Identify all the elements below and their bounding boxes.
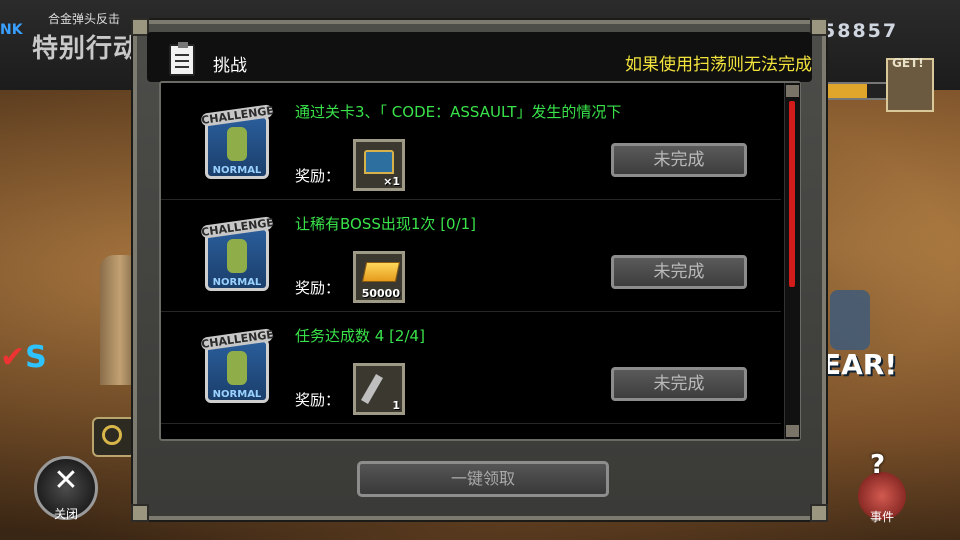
scroll-down-icon[interactable] — [786, 425, 799, 437]
scroll-thumb[interactable] — [789, 101, 795, 287]
close-icon: ✕ — [53, 463, 79, 498]
scroll-up-icon[interactable] — [786, 85, 799, 97]
list-scrollbar[interactable] — [784, 83, 800, 439]
clear-text-fragment: EAR! — [822, 348, 898, 381]
reward-quantity: 50000 — [361, 287, 400, 300]
challenge-description: 通过关卡3、「 CODE：ASSAULT」发生的情况下 — [295, 103, 622, 121]
close-button[interactable]: ✕ 关闭 — [34, 456, 98, 521]
corner-rivet — [131, 504, 149, 522]
reward-quantity: ×1 — [383, 175, 400, 188]
get-reward-box[interactable]: GET! — [886, 56, 934, 112]
challenge-list-frame: CHALLENGE NORMAL 通过关卡3、「 CODE：ASSAULT」发生… — [159, 81, 801, 441]
question-mark-icon: ? — [870, 450, 886, 480]
badge-bottom-text: NORMAL — [212, 277, 262, 288]
corner-rivet — [810, 18, 828, 36]
treasure-chest-icon — [364, 150, 394, 174]
dialog-title: 挑战 — [213, 56, 247, 76]
badge-bottom-text: NORMAL — [212, 165, 262, 176]
reward-item[interactable]: 50000 — [353, 251, 405, 303]
game-subtitle: 合金弹头反击 — [48, 12, 121, 26]
reward-item[interactable]: 1 — [353, 363, 405, 415]
status-button[interactable]: 未完成 — [611, 367, 747, 401]
status-button[interactable]: 未完成 — [611, 255, 747, 289]
get-label: GET! — [892, 56, 924, 70]
wrench-icon — [361, 374, 383, 404]
reward-label: 奖励： — [295, 167, 341, 185]
challenge-description: 让稀有BOSS出现1次 [0/1] — [295, 215, 477, 233]
dialog-header: 挑战 如果使用扫荡则无法完成 — [147, 32, 812, 82]
reward-quantity: 1 — [392, 399, 400, 412]
challenge-row: CHALLENGE NORMAL 让稀有BOSS出现1次 [0/1] 奖励： 5… — [161, 201, 781, 312]
score-display: 58857 — [822, 20, 899, 42]
mode-title: 特别行动 — [32, 34, 141, 64]
event-label: 事件 — [869, 510, 894, 524]
get-progress-bar — [822, 82, 888, 100]
reward-item[interactable]: ×1 — [353, 139, 405, 191]
corner-rivet — [810, 504, 828, 522]
gold-bar-icon — [361, 262, 401, 282]
stopwatch-icon — [102, 425, 122, 445]
checkmark-icon: ✔ — [0, 340, 26, 375]
challenge-row: CHALLENGE NORMAL 任务达成数 4 [2/4] 奖励： 1 未完成 — [161, 313, 781, 424]
stopwatch-button[interactable] — [92, 417, 136, 457]
rs-logo-fragment: ✔S — [0, 340, 47, 375]
brand-fragment: NK — [0, 22, 23, 38]
soldier-sprite — [830, 290, 870, 350]
challenge-description: 任务达成数 4 [2/4] — [295, 327, 425, 345]
challenge-normal-badge-icon: CHALLENGE NORMAL — [200, 216, 275, 293]
badge-bottom-text: NORMAL — [212, 389, 262, 400]
status-button[interactable]: 未完成 — [611, 143, 747, 177]
close-label: 关闭 — [53, 507, 78, 521]
challenge-list[interactable]: CHALLENGE NORMAL 通过关卡3、「 CODE：ASSAULT」发生… — [161, 89, 781, 435]
claim-all-button[interactable]: 一键领取 — [357, 461, 609, 497]
sweep-warning: 如果使用扫荡则无法完成 — [625, 55, 812, 75]
event-button[interactable]: ? 事件 — [852, 450, 912, 524]
challenge-row: CHALLENGE NORMAL 通过关卡3、「 CODE：ASSAULT」发生… — [161, 89, 781, 200]
reward-label: 奖励： — [295, 279, 341, 297]
clipboard-icon — [169, 42, 195, 76]
challenge-normal-badge-icon: CHALLENGE NORMAL — [200, 104, 275, 181]
challenge-dialog: 挑战 如果使用扫荡则无法完成 CHALLENGE NORMAL 通过关卡3、「 … — [131, 18, 828, 522]
reward-label: 奖励： — [295, 391, 341, 409]
corner-rivet — [131, 18, 149, 36]
challenge-normal-badge-icon: CHALLENGE NORMAL — [200, 328, 275, 405]
